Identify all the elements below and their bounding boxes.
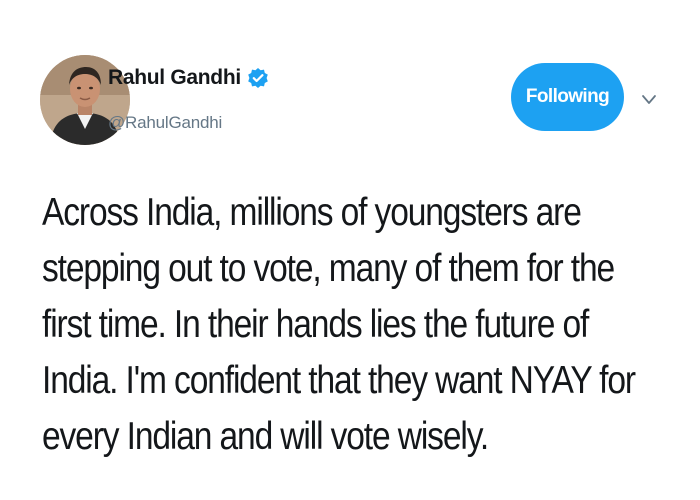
tweet-card: Rahul Gandhi @RahulGandhi Following Acro… — [0, 0, 700, 500]
chevron-down-icon[interactable] — [640, 93, 658, 107]
following-button[interactable]: Following — [511, 63, 624, 131]
tweet-text-line: Across India, millions of youngsters are — [42, 191, 582, 234]
author-name[interactable]: Rahul Gandhi — [108, 66, 241, 90]
verified-badge-icon — [247, 67, 269, 89]
tweet-text-line: stepping out to vote, many of them for t… — [42, 247, 615, 290]
author-name-row: Rahul Gandhi — [108, 64, 269, 92]
tweet-text-line: every Indian and will vote wisely. — [42, 415, 489, 458]
author-handle[interactable]: @RahulGandhi — [108, 113, 222, 133]
tweet-text: Across India, millions of youngsters are… — [42, 185, 636, 465]
tweet-text-line: first time. In their hands lies the futu… — [42, 303, 589, 346]
tweet-text-line: India. I'm confident that they want NYAY… — [42, 359, 636, 402]
